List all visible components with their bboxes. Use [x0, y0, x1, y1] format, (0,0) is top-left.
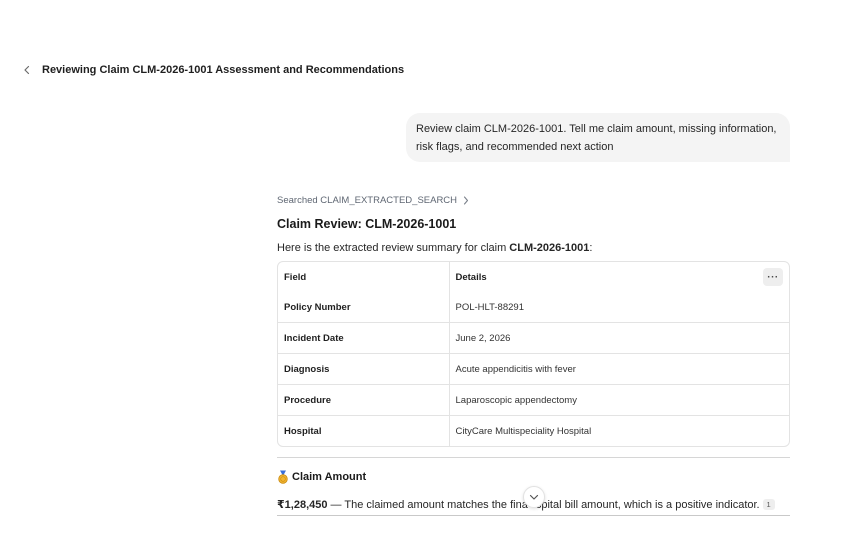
intro-prefix: Here is the extracted review summary for… — [277, 242, 510, 254]
claim-amount-value: ₹1,28,450 — [277, 499, 328, 511]
chevron-left-icon — [24, 65, 30, 75]
table-row: Diagnosis Acute appendicitis with fever — [278, 353, 789, 385]
more-horizontal-icon: ··· — [767, 271, 779, 283]
table-cell-field: Hospital — [278, 415, 449, 446]
citation-badge[interactable]: 1 — [762, 499, 775, 510]
table-more-button[interactable]: ··· — [763, 268, 783, 286]
intro-suffix: : — [589, 242, 593, 254]
medal-icon — [277, 470, 289, 484]
response-title: Claim Review: CLM-2026-1001 — [277, 217, 457, 231]
bottom-divider — [277, 515, 790, 516]
assistant-response: Searched CLAIM_EXTRACTED_SEARCH Claim Re… — [277, 193, 790, 511]
claim-amount-heading-text: Claim Amount — [292, 471, 367, 483]
claim-amount-heading: Claim Amount — [277, 470, 790, 484]
table-row: Policy Number POL-HLT-88291 — [278, 292, 789, 323]
chevron-right-icon — [463, 195, 469, 205]
table-cell-value: Laparoscopic appendectomy — [448, 384, 789, 416]
claim-amount-desc-start: — The claimed amount matches the fina — [327, 499, 528, 511]
table-cell-value: June 2, 2026 — [448, 322, 789, 354]
table-row: Hospital CityCare Multispeciality Hospit… — [278, 415, 789, 446]
user-message-text: Review claim CLM-2026-1001. Tell me clai… — [416, 123, 777, 153]
intro-claim-id: CLM-2026-1001 — [509, 242, 590, 254]
back-button[interactable] — [20, 60, 34, 80]
tool-call-label: Searched CLAIM_EXTRACTED_SEARCH — [277, 194, 458, 206]
table-cell-field: Incident Date — [278, 322, 449, 354]
table-cell-value: Acute appendicitis with fever — [448, 353, 789, 385]
user-message-bubble: Review claim CLM-2026-1001. Tell me clai… — [406, 113, 790, 162]
table-row: Incident Date June 2, 2026 — [278, 322, 789, 354]
table-cell-field: Diagnosis — [278, 353, 449, 385]
table-header-details-cell: Details ··· — [448, 262, 789, 292]
table-row: Procedure Laparoscopic appendectomy — [278, 384, 789, 416]
tool-call-toggle[interactable]: Searched CLAIM_EXTRACTED_SEARCH — [277, 193, 790, 207]
section-divider — [277, 457, 790, 458]
table-header-field: Field — [284, 271, 307, 283]
table-cell-field: Procedure — [278, 384, 449, 416]
table-cell-value: POL-HLT-88291 — [448, 292, 789, 323]
chevron-down-icon — [529, 494, 539, 500]
scroll-to-bottom-button[interactable] — [523, 486, 545, 508]
table-cell-value: CityCare Multispeciality Hospital — [448, 415, 789, 446]
table-header-details: Details — [455, 271, 487, 283]
claim-details-table: Field Details ··· Policy Number POL-HLT- — [277, 261, 790, 447]
claim-amount-desc-end: spital bill amount, which is a positive … — [535, 499, 760, 511]
response-intro: Here is the extracted review summary for… — [277, 242, 790, 254]
table-cell-field: Policy Number — [284, 301, 351, 313]
table-header-row: Field Details ··· — [278, 262, 789, 292]
conversation-header: Reviewing Claim CLM-2026-1001 Assessment… — [20, 60, 404, 80]
conversation-title: Reviewing Claim CLM-2026-1001 Assessment… — [42, 64, 405, 76]
